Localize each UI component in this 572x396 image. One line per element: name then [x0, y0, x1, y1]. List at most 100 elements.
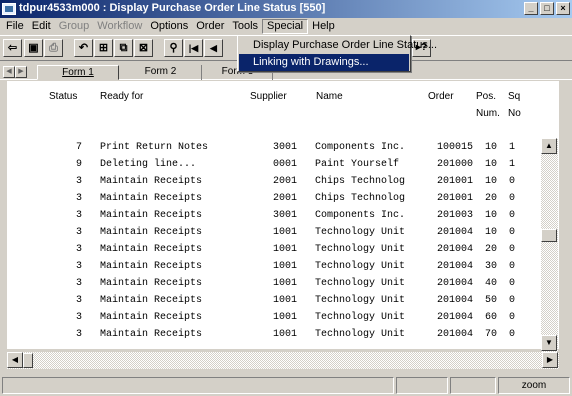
cell-name: Technology Unit: [315, 261, 406, 272]
cell-seq: 0: [509, 244, 516, 255]
scroll-left-icon[interactable]: ◀: [7, 352, 23, 368]
copy-icon[interactable]: ⧉: [114, 39, 133, 57]
tab-scroll-right-icon[interactable]: ▶: [15, 66, 27, 78]
cell-pos: 10: [484, 210, 497, 221]
cell-seq: 0: [509, 329, 516, 340]
title-bar[interactable]: tdpur4533m000 : Display Purchase Order L…: [0, 0, 572, 18]
cell-status: 3: [75, 261, 82, 272]
cell-order: 201004: [436, 295, 473, 306]
menu-help[interactable]: Help: [308, 19, 339, 34]
table-row[interactable]: 3 Maintain Receipts 1001 Technology Unit 201…: [7, 327, 543, 344]
table-row[interactable]: 3 Maintain Receipts 1001 Technology Unit 201…: [7, 276, 543, 293]
cell-seq: 0: [509, 278, 516, 289]
table-row[interactable]: 3 Maintain Receipts 2001 Chips Technolog 201…: [7, 174, 543, 191]
cell-ready-for: Maintain Receipts: [100, 227, 203, 238]
menu-file[interactable]: File: [2, 19, 28, 34]
previous-record-icon[interactable]: ◀: [204, 39, 223, 57]
scroll-up-icon[interactable]: ▲: [541, 138, 557, 154]
status-panel-3: [450, 377, 496, 394]
header-pos: Pos.: [476, 91, 497, 102]
cell-status: 3: [75, 227, 82, 238]
menu-tools[interactable]: Tools: [228, 19, 262, 34]
tab-scroll-left-icon[interactable]: ◀: [3, 66, 15, 78]
undo-icon[interactable]: ↶: [74, 39, 93, 57]
minimize-button[interactable]: _: [524, 2, 538, 15]
table-row[interactable]: 3 Maintain Receipts 2001 Chips Technolog 201…: [7, 191, 543, 208]
cell-name: Chips Technolog: [315, 176, 406, 187]
cell-ready-for: Print Return Notes: [100, 142, 209, 153]
horizontal-scrollbar[interactable]: ◀ ▶: [7, 352, 559, 369]
menu-options[interactable]: Options: [146, 19, 192, 34]
cell-pos: 10: [484, 159, 497, 170]
menu-item-display-po-line-status[interactable]: Display Purchase Order Line Status...: [239, 37, 437, 54]
close-button[interactable]: ×: [556, 2, 570, 15]
menu-item-linking-with-drawings[interactable]: Linking with Drawings...: [239, 54, 409, 71]
cell-name: Technology Unit: [315, 329, 406, 340]
menu-workflow[interactable]: Workflow: [93, 19, 146, 34]
cell-name: Technology Unit: [315, 295, 406, 306]
cell-pos: 60: [484, 312, 497, 323]
scroll-right-icon[interactable]: ▶: [542, 352, 558, 368]
cell-ready-for: Deleting line...: [100, 159, 197, 170]
vertical-scrollbar[interactable]: ▲ ▼: [541, 138, 558, 352]
cell-supplier: 3001: [272, 210, 297, 221]
cell-supplier: 0001: [272, 159, 297, 170]
table-row[interactable]: 3 Maintain Receipts 1001 Technology Unit 201…: [7, 293, 543, 310]
table-row[interactable]: 3 Maintain Receipts 1001 Technology Unit 201…: [7, 259, 543, 276]
cell-order: 100015: [436, 142, 473, 153]
cell-name: Technology Unit: [315, 227, 406, 238]
cell-pos: 10: [484, 176, 497, 187]
insert-icon[interactable]: ⊞: [94, 39, 113, 57]
window-title: tdpur4533m000 : Display Purchase Order L…: [19, 2, 326, 14]
cell-ready-for: Maintain Receipts: [100, 278, 203, 289]
cell-seq: 0: [509, 312, 516, 323]
cell-order: 201001: [436, 193, 473, 204]
cell-pos: 70: [484, 329, 497, 340]
cell-order: 201001: [436, 176, 473, 187]
cell-supplier: 1001: [272, 227, 297, 238]
first-record-icon[interactable]: |◀: [184, 39, 203, 57]
cell-supplier: 1001: [272, 244, 297, 255]
tab-form-1[interactable]: Form 1: [37, 65, 119, 80]
table-row[interactable]: 3 Maintain Receipts 1001 Technology Unit 201…: [7, 242, 543, 259]
table-row[interactable]: 3 Maintain Receipts 1001 Technology Unit 201…: [7, 310, 543, 327]
zoom-label[interactable]: zoom: [498, 377, 570, 394]
cell-order: 201004: [436, 312, 473, 323]
table-row[interactable]: 3 Maintain Receipts 1001 Technology Unit 201…: [7, 225, 543, 242]
tab-form-2[interactable]: Form 2: [120, 65, 202, 80]
menu-special[interactable]: Special: [262, 19, 309, 34]
table-row[interactable]: 3 Maintain Receipts 3001 Components Inc. 201…: [7, 208, 543, 225]
menu-group[interactable]: Group: [55, 19, 94, 34]
exit-icon[interactable]: ⇦: [3, 39, 22, 57]
window-controls: _ □ ×: [524, 2, 570, 15]
cell-supplier: 1001: [272, 312, 297, 323]
find-icon[interactable]: ⚲: [164, 39, 183, 57]
tab-label: Form 1: [62, 67, 94, 78]
header-order: Order: [428, 91, 454, 102]
cell-seq: 1: [509, 159, 516, 170]
cell-status: 3: [75, 176, 82, 187]
cell-supplier: 1001: [272, 329, 297, 340]
cell-seq: 0: [509, 193, 516, 204]
cell-pos: 40: [484, 278, 497, 289]
cell-ready-for: Maintain Receipts: [100, 312, 203, 323]
delete-icon[interactable]: ⊠: [134, 39, 153, 57]
scroll-thumb[interactable]: [541, 229, 557, 242]
cell-ready-for: Maintain Receipts: [100, 244, 203, 255]
table-row[interactable]: 7 Print Return Notes 3001 Components Inc. 10…: [7, 140, 543, 157]
cell-name: Chips Technolog: [315, 193, 406, 204]
scroll-down-icon[interactable]: ▼: [541, 335, 557, 351]
cell-pos: 10: [484, 142, 497, 153]
hscroll-thumb[interactable]: [23, 353, 33, 368]
table-row[interactable]: 9 Deleting line... 0001 Paint Yourself 20100…: [7, 157, 543, 174]
cell-status: 3: [75, 295, 82, 306]
menu-order[interactable]: Order: [192, 19, 228, 34]
cell-name: Technology Unit: [315, 278, 406, 289]
menu-edit[interactable]: Edit: [28, 19, 55, 34]
print-icon[interactable]: ⎙: [44, 39, 63, 57]
cell-status: 3: [75, 312, 82, 323]
cell-supplier: 1001: [272, 295, 297, 306]
save-icon[interactable]: ▣: [24, 39, 43, 57]
app-icon[interactable]: [2, 3, 16, 15]
maximize-button[interactable]: □: [540, 2, 554, 15]
